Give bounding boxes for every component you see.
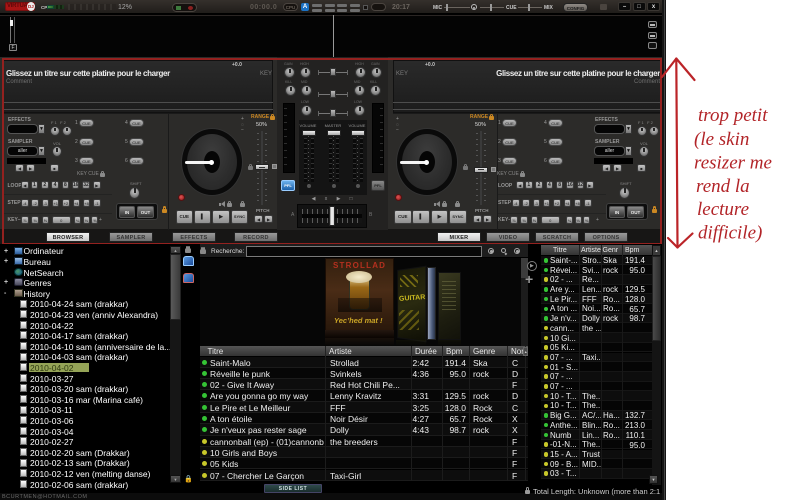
svg-text:difficile): difficile) <box>698 223 762 244</box>
svg-text:(le skin: (le skin <box>694 129 749 150</box>
svg-text:trop petit: trop petit <box>698 105 768 126</box>
svg-text:resizer me: resizer me <box>694 153 772 174</box>
svg-text:lecture: lecture <box>697 199 749 220</box>
svg-text:rend la: rend la <box>696 176 750 197</box>
